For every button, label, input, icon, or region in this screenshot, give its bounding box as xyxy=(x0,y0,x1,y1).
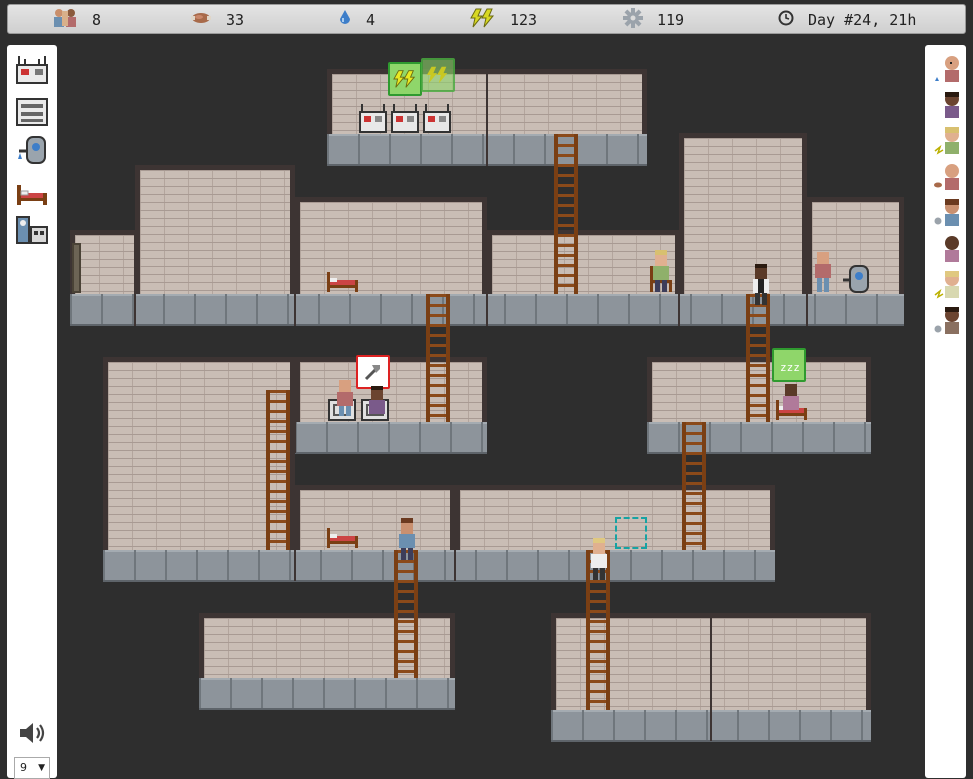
colonist-portrait[interactable] xyxy=(933,125,963,157)
room[interactable] xyxy=(295,357,487,423)
water-drop-icon xyxy=(338,9,352,31)
ladder[interactable] xyxy=(426,294,450,422)
entrance-door[interactable] xyxy=(72,243,81,293)
room-floor xyxy=(199,678,455,710)
build-toolbar: 9 ▼ xyxy=(7,45,57,779)
room-floor xyxy=(647,422,871,454)
clock-icon xyxy=(778,10,794,30)
colonist-portrait[interactable] xyxy=(933,233,963,265)
room[interactable] xyxy=(679,133,807,295)
generator[interactable] xyxy=(358,102,388,134)
resource-bar: 8 33 4 123 119 Day #24, 21h xyxy=(7,4,966,34)
svg-text:zzz: zzz xyxy=(780,361,800,374)
colonist[interactable] xyxy=(780,382,802,426)
water-counter: 4 xyxy=(338,5,375,35)
room-divider xyxy=(294,357,296,453)
ladder[interactable] xyxy=(394,550,418,678)
ladder[interactable] xyxy=(682,422,706,550)
generator-icon[interactable] xyxy=(15,53,49,85)
colonist-portrait[interactable] xyxy=(933,197,963,229)
generator[interactable] xyxy=(422,102,452,134)
colonist-portrait[interactable] xyxy=(933,269,963,301)
food-counter: 33 xyxy=(190,5,244,35)
day-clock: Day #24, 21h xyxy=(778,5,916,35)
room-divider xyxy=(294,197,296,326)
bed-icon[interactable] xyxy=(15,177,49,209)
colonist[interactable] xyxy=(366,384,388,428)
colonist[interactable] xyxy=(750,264,772,308)
gear-icon xyxy=(623,8,643,32)
build-selection-cursor[interactable] xyxy=(615,517,647,549)
chevron-down-icon: ▼ xyxy=(38,763,45,773)
colonist[interactable] xyxy=(812,250,834,294)
room-divider xyxy=(806,197,808,326)
room[interactable] xyxy=(295,485,455,551)
room-divider xyxy=(454,485,456,581)
colonist[interactable] xyxy=(396,518,418,562)
food-icon xyxy=(190,11,212,29)
bed[interactable] xyxy=(327,270,359,292)
room-divider xyxy=(486,69,488,166)
colonist[interactable] xyxy=(588,538,610,582)
colonist-list xyxy=(925,45,966,778)
room-floor xyxy=(103,550,775,582)
parts-counter: 119 xyxy=(623,5,684,35)
colonist-portrait[interactable] xyxy=(933,89,963,121)
water-pump-icon[interactable] xyxy=(15,133,49,165)
generator[interactable] xyxy=(390,102,420,134)
ladder[interactable] xyxy=(746,294,770,422)
population-counter: 8 xyxy=(52,5,101,35)
energy-ready-badge[interactable] xyxy=(388,62,422,96)
sound-icon[interactable] xyxy=(17,720,47,748)
room-floor xyxy=(295,422,487,454)
colonist-portrait[interactable] xyxy=(933,161,963,193)
ladder[interactable] xyxy=(554,134,578,294)
colonist-portrait[interactable] xyxy=(933,305,963,337)
room[interactable] xyxy=(295,197,487,295)
ladder[interactable] xyxy=(266,390,290,550)
storage-icon[interactable] xyxy=(15,95,49,127)
sleeping-badge[interactable]: zzz xyxy=(772,348,806,382)
people-icon xyxy=(52,8,78,32)
room[interactable] xyxy=(135,165,295,295)
room-divider xyxy=(294,485,296,581)
room-divider xyxy=(486,230,488,326)
workshop-icon[interactable] xyxy=(15,213,49,245)
water-pump[interactable] xyxy=(842,262,872,294)
colonist[interactable] xyxy=(650,250,672,294)
speed-select[interactable]: 9 ▼ xyxy=(14,757,50,779)
colonist-portrait[interactable] xyxy=(933,53,963,85)
lightning-icon xyxy=(470,8,496,32)
room-divider xyxy=(134,230,136,326)
room-divider xyxy=(710,613,712,741)
colonist[interactable] xyxy=(334,378,356,422)
energy-ready-badge[interactable] xyxy=(421,58,455,92)
energy-counter: 123 xyxy=(470,5,537,35)
bed[interactable] xyxy=(327,526,359,548)
room-divider xyxy=(678,230,680,326)
